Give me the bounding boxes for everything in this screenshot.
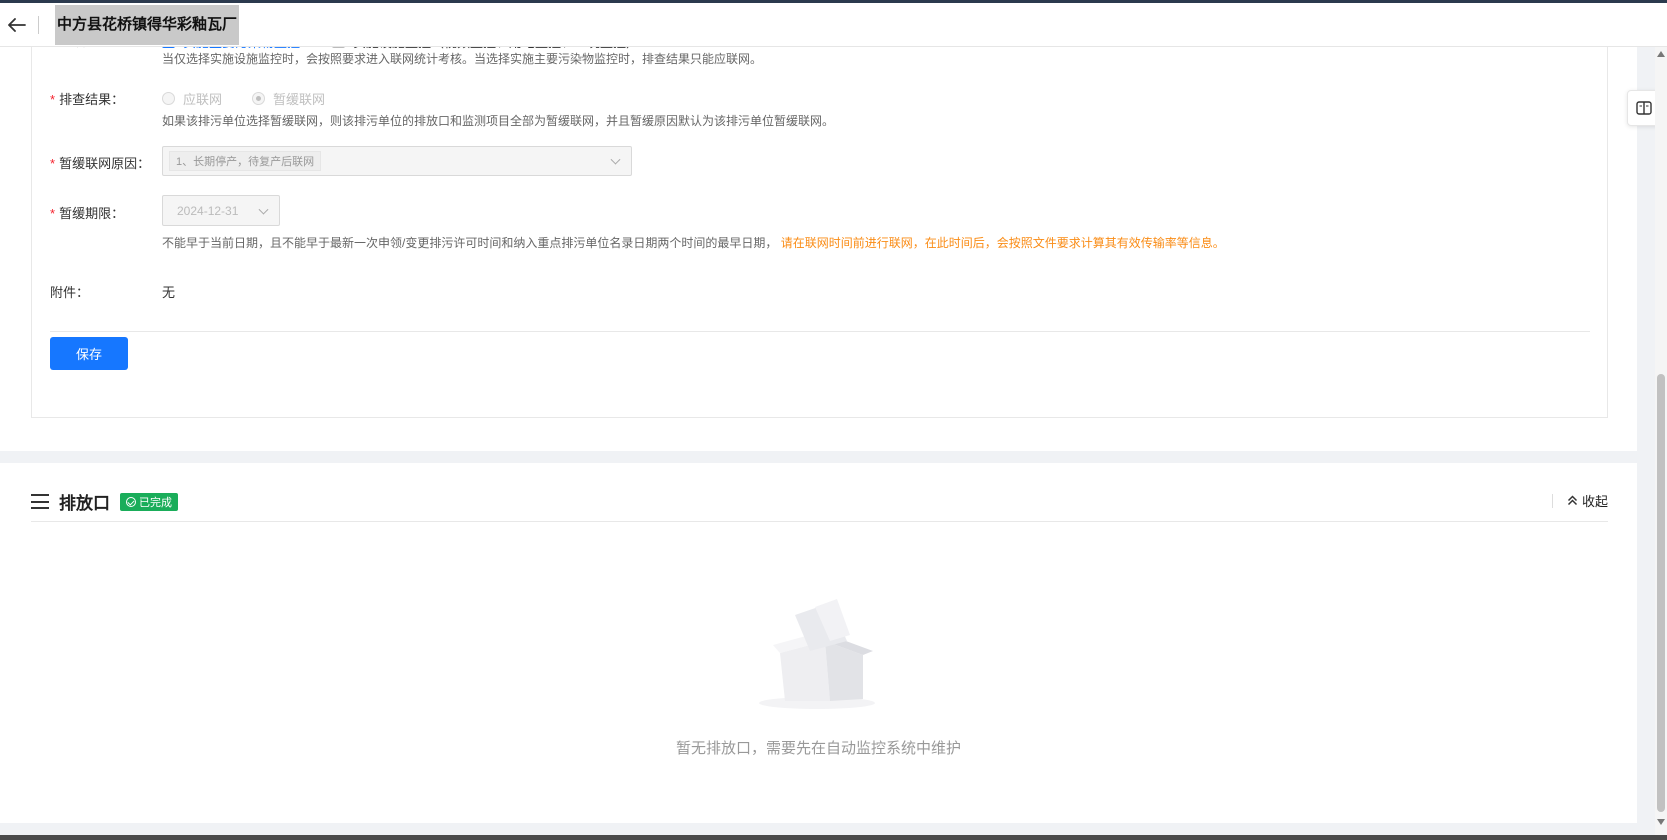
collapse-divider: [1551, 493, 1553, 508]
form-divider: [50, 331, 1590, 332]
config-card: 监测方式： 实施主要污染物监控 实施设施监控（视频监控、用电监控、工况监控） 当…: [31, 37, 1608, 418]
outlet-panel: 排放口 已完成 收起 暂无排放口，需要先在自动监控系统中维护: [0, 463, 1637, 823]
required-mark: *: [50, 206, 56, 221]
result-label-wrap: * 排查结果：: [50, 89, 124, 108]
reason-selected-tag: 1、长期停产，待复产后联网: [169, 151, 322, 171]
double-chevron-up-icon: [1567, 495, 1578, 506]
page-title: 中方县花桥镇得华彩釉瓦厂: [55, 4, 240, 45]
deadline-hint: 不能早于当前日期，且不能早于最新一次申领/变更排污许可时间和纳入重点排污单位名录…: [162, 234, 1225, 251]
required-mark: *: [50, 92, 56, 107]
status-badge: 已完成: [120, 492, 178, 511]
deadline-label-wrap: * 暂缓期限：: [50, 203, 124, 222]
scrollbar[interactable]: [1655, 47, 1667, 840]
outlet-section-header: 排放口 已完成: [31, 489, 178, 514]
monitor-mode-hint: 当仅选择实施设施监控时，会按照要求进入联网统计考核。当选择实施主要污染物监控时，…: [162, 52, 763, 66]
deadline-hint-text: 不能早于当前日期，且不能早于最新一次申领/变更排污许可时间和纳入重点排污单位名录…: [162, 236, 778, 250]
radio-selected-icon: [252, 92, 265, 105]
arrow-left-icon: [8, 17, 26, 32]
scroll-thumb[interactable]: [1657, 374, 1665, 812]
reason-label-wrap: * 暂缓联网原因：: [50, 153, 150, 172]
deadline-label: 暂缓期限：: [59, 206, 125, 221]
config-panel: 监测方式： 实施主要污染物监控 实施设施监控（视频监控、用电监控、工况监控） 当…: [0, 37, 1637, 451]
radio-option-a-label: 应联网: [183, 92, 223, 107]
collapse-button[interactable]: 收起: [1551, 491, 1608, 510]
reason-label: 暂缓联网原因：: [59, 156, 151, 171]
check-circle-icon: [126, 496, 136, 507]
radio-option-b[interactable]: 暂缓联网: [252, 89, 325, 108]
taskbar-strip: [0, 835, 1667, 840]
deadline-date-picker[interactable]: 2024-12-31: [162, 195, 280, 226]
reason-select[interactable]: 1、长期停产，待复产后联网: [162, 146, 632, 176]
chevron-down-icon: [258, 204, 269, 215]
outlet-section-title: 排放口: [59, 494, 110, 513]
list-icon: [31, 494, 49, 509]
chevron-down-icon: [610, 154, 621, 165]
deadline-value: 2024-12-31: [177, 203, 239, 218]
required-mark: *: [50, 156, 56, 171]
result-hint: 如果该排污单位选择暂缓联网，则该排污单位的排放口和监测项目全部为暂缓联网，并且暂…: [162, 114, 835, 128]
header-divider: [38, 15, 39, 34]
attachment-label: 附件：: [50, 285, 90, 300]
collapse-label: 收起: [1581, 494, 1608, 509]
status-badge-label: 已完成: [139, 496, 172, 509]
radio-option-b-label: 暂缓联网: [273, 92, 326, 107]
scroll-up-icon[interactable]: [1657, 51, 1665, 57]
empty-box-icon: [759, 599, 875, 709]
radio-option-a[interactable]: 应联网: [162, 89, 222, 108]
page-header: 中方县花桥镇得华彩釉瓦厂: [0, 3, 1667, 47]
section-divider: [31, 521, 1608, 522]
book-icon: [1636, 101, 1652, 115]
save-button[interactable]: 保存: [50, 337, 128, 370]
scroll-down-icon[interactable]: [1657, 819, 1665, 825]
attachment-value: 无: [162, 285, 176, 300]
back-button[interactable]: [2, 10, 32, 40]
result-label: 排查结果：: [59, 92, 125, 107]
empty-state-text: 暂无排放口，需要先在自动监控系统中维护: [675, 740, 961, 757]
radio-icon: [162, 92, 175, 105]
deadline-warning-text: 请在联网时间前进行联网，在此时间后，会按照文件要求计算其有效传输率等信息。: [780, 236, 1225, 250]
